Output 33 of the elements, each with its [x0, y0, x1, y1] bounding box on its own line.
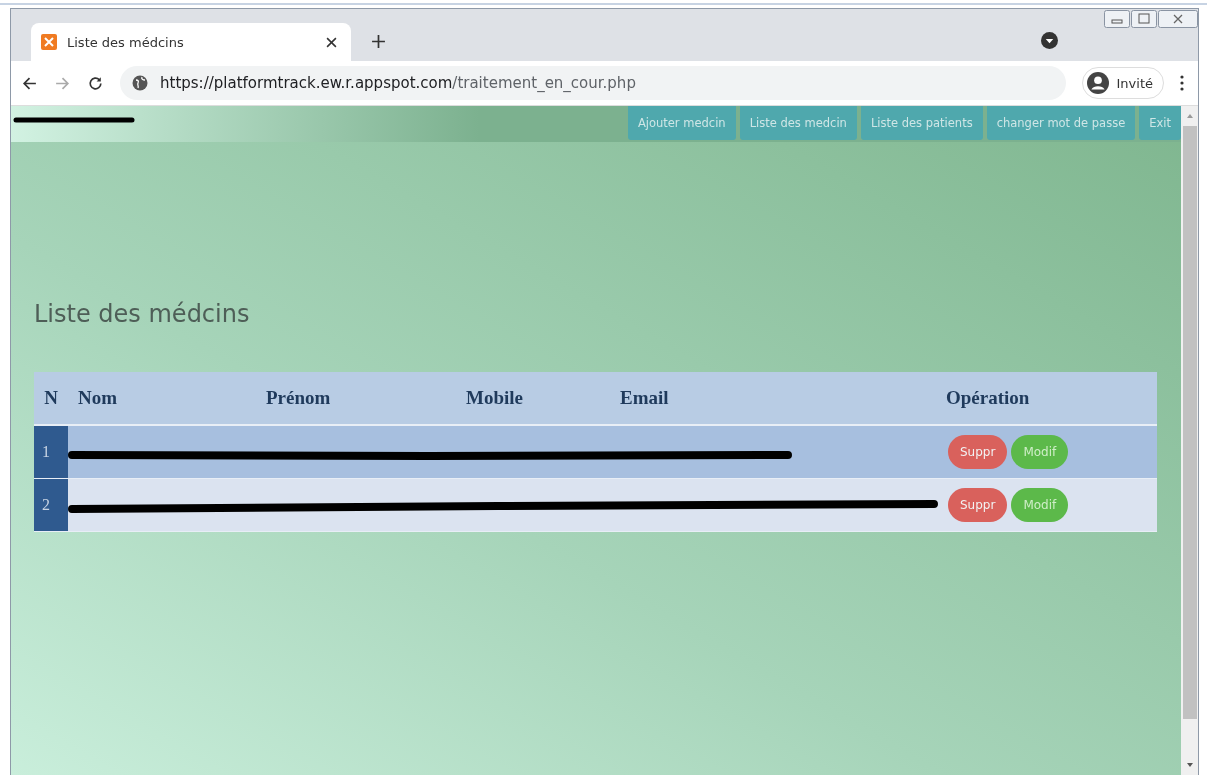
nav-button[interactable]: Liste des patients — [860, 106, 983, 140]
person-icon — [1086, 72, 1109, 94]
delete-button[interactable]: Suppr — [948, 488, 1008, 522]
edit-button[interactable]: Modif — [1011, 488, 1069, 522]
minimize-icon[interactable] — [1104, 10, 1130, 28]
browser-tab[interactable]: Liste des médcins — [31, 23, 351, 61]
nav-button[interactable]: Ajouter medcin — [627, 106, 736, 140]
globe-icon — [132, 75, 148, 91]
maximize-icon[interactable] — [1131, 10, 1157, 28]
column-header: Mobile — [466, 387, 524, 409]
close-icon[interactable] — [326, 36, 337, 48]
row-number: 2 — [34, 479, 68, 531]
column-header: Email — [620, 387, 670, 409]
page-title: Liste des médcins — [34, 300, 251, 328]
edit-button[interactable]: Modif — [1011, 435, 1069, 469]
tab-title: Liste des médcins — [67, 34, 185, 50]
profile-dropdown-icon[interactable] — [1041, 32, 1058, 49]
scrollbar[interactable] — [1181, 106, 1198, 775]
reload-icon[interactable] — [87, 74, 104, 92]
delete-button[interactable]: Suppr — [948, 435, 1008, 469]
url-text: https://platformtrack.ew.r.appspot.com/traitement_en_cour.php — [160, 74, 636, 92]
column-header: Opération — [946, 387, 1030, 409]
row-number: 1 — [34, 426, 68, 478]
nav-button[interactable]: Liste des medcin — [739, 106, 857, 140]
address-field[interactable]: https://platformtrack.ew.r.appspot.com/traitement_en_cour.php — [120, 66, 1066, 100]
menu-icon[interactable] — [1180, 75, 1184, 91]
nav-button[interactable]: changer mot de passe — [986, 106, 1136, 140]
app-logo-icon — [41, 34, 57, 50]
nav-button[interactable]: Exit — [1139, 106, 1181, 140]
new-tab-icon[interactable] — [371, 34, 386, 49]
column-header: Nom — [77, 387, 119, 409]
column-header: Prénom — [266, 387, 332, 409]
column-header: N — [43, 387, 59, 409]
